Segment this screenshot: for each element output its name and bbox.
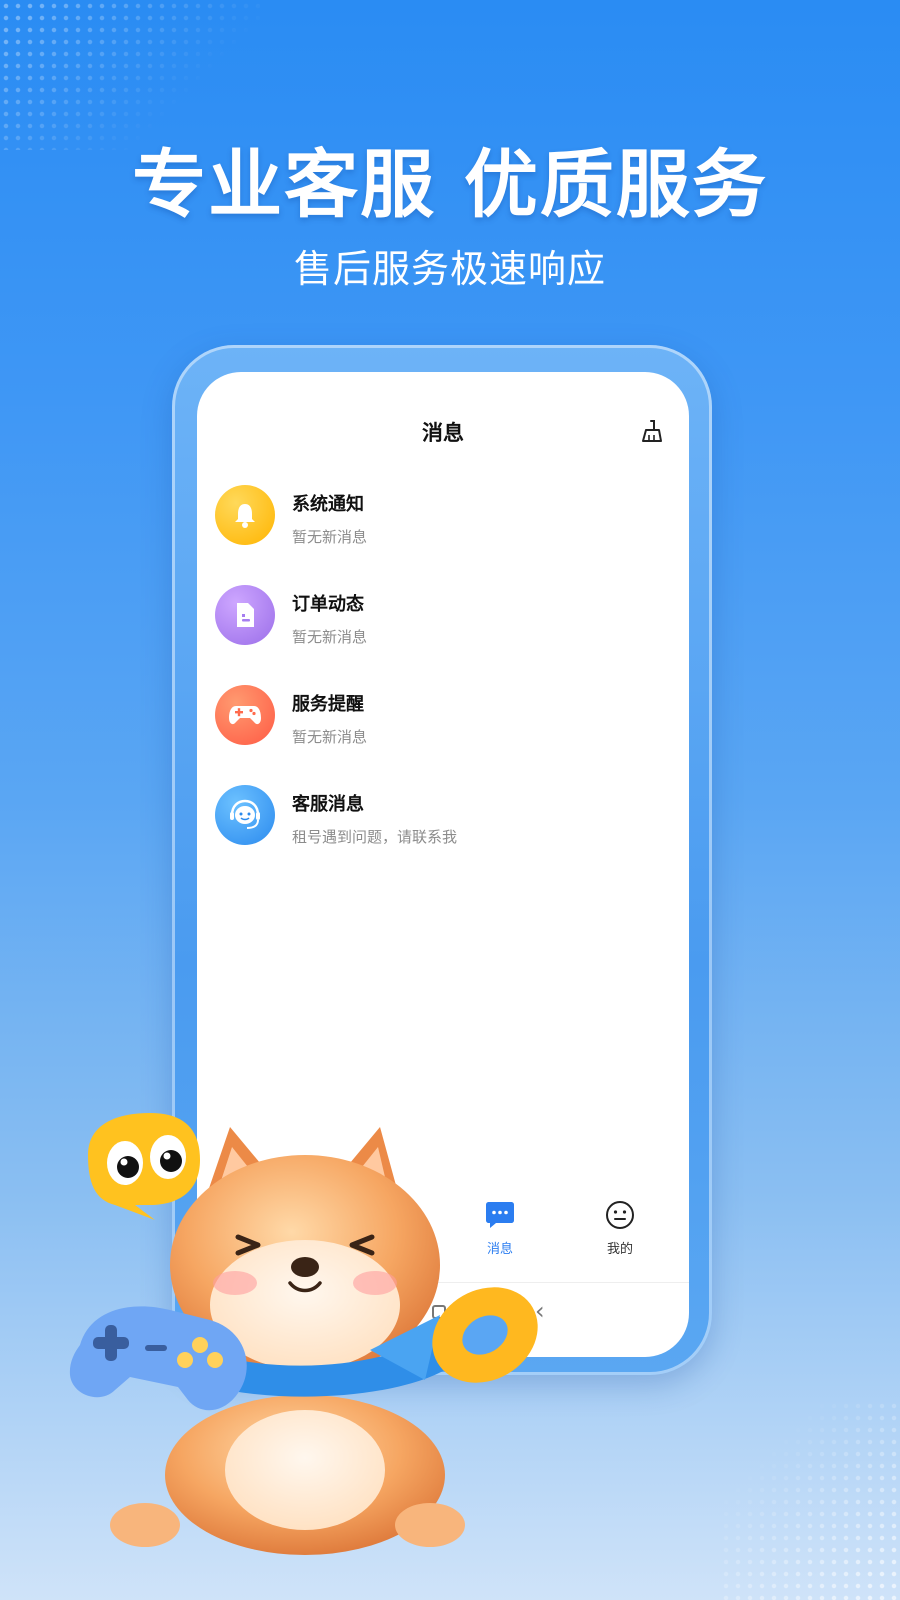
mascot-illustration	[69, 1113, 538, 1555]
tab-label: 我的	[606, 1242, 633, 1257]
message-subtitle: 暂无新消息	[292, 528, 368, 546]
eyes-bubble-icon	[88, 1113, 200, 1220]
message-item-support[interactable]: 客服消息 租号遇到问题，请联系我	[215, 785, 675, 885]
message-title: 客服消息	[292, 794, 364, 815]
broom-icon[interactable]	[639, 418, 665, 444]
message-item-service[interactable]: 服务提醒 暂无新消息	[215, 685, 675, 785]
decorative-dots	[720, 1400, 900, 1600]
message-title: 系统通知	[292, 494, 364, 515]
message-title: 订单动态	[292, 594, 364, 615]
promo-headline: 专业客服 优质服务	[132, 142, 768, 228]
promo-subheadline: 售后服务极速响应	[293, 247, 606, 291]
message-item-system[interactable]: 系统通知 暂无新消息	[215, 485, 675, 585]
message-subtitle: 暂无新消息	[292, 628, 368, 646]
page-title: 消息	[422, 421, 464, 445]
message-item-order[interactable]: 订单动态 暂无新消息	[215, 585, 675, 685]
message-subtitle: 暂无新消息	[292, 728, 368, 746]
document-icon	[215, 585, 275, 645]
message-list: 系统通知 暂无新消息 订单动态 暂无新消息 服务提醒 暂无新消息 客服消息 租号…	[215, 485, 675, 885]
headset-icon	[215, 785, 275, 845]
message-title: 服务提醒	[292, 694, 364, 715]
tab-mine[interactable]: 我的	[580, 1200, 660, 1257]
gamepad-icon	[215, 685, 275, 745]
bell-icon	[215, 485, 275, 545]
smiley-icon	[606, 1201, 634, 1229]
message-subtitle: 租号遇到问题，请联系我	[292, 828, 458, 846]
